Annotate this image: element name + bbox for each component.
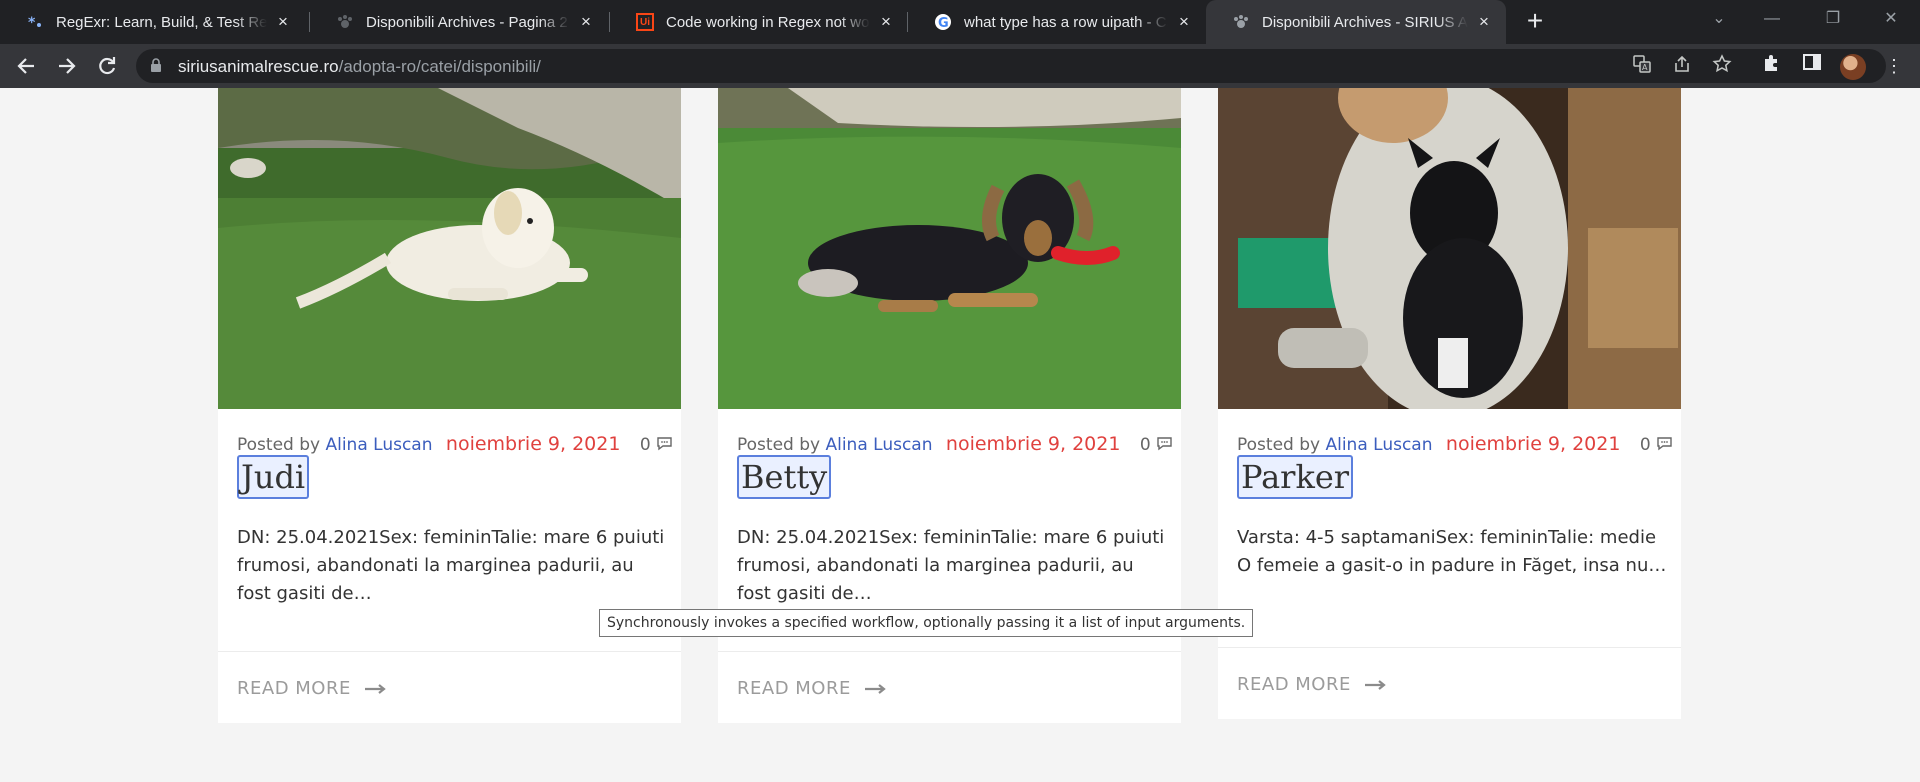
comment-count[interactable]: 0 (1140, 435, 1173, 455)
tab-google-search[interactable]: G what type has a row uipath - Căutare × (908, 0, 1206, 44)
post-excerpt: DN: 25.04.2021Sex: femininTalie: mare 6 … (737, 527, 1165, 604)
url-path: /adopta-ro/catei/disponibili/ (338, 57, 541, 76)
post-date[interactable]: noiembrie 9, 2021 (1446, 433, 1621, 455)
comment-bubble-icon (657, 437, 672, 451)
tab-disponibili-page2[interactable]: Disponibili Archives - Pagina 2 din × (310, 0, 608, 44)
tab-title: RegExr: Learn, Build, & Test RegEx (56, 13, 267, 31)
post-thumbnail-white-dog[interactable] (218, 88, 681, 409)
tab-close-icon[interactable]: × (876, 12, 896, 32)
tooltip: Synchronously invokes a specified workfl… (599, 609, 1254, 637)
post-card: Posted by Alina Luscan noiembrie 9, 2021… (1218, 88, 1681, 719)
browser-toolbar: siriusanimalrescue.ro/adopta-ro/catei/di… (0, 44, 1920, 88)
profile-avatar[interactable] (1840, 54, 1866, 80)
read-more-link[interactable]: READ MORE (737, 678, 887, 699)
tab-regexr[interactable]: * RegExr: Learn, Build, & Test RegEx × (0, 0, 305, 44)
browser-tab-strip: * RegExr: Learn, Build, & Test RegEx × D… (0, 0, 1920, 44)
post-meta: Posted by Alina Luscan noiembrie 9, 2021… (737, 433, 1173, 455)
restore-icon[interactable]: ❐ (1808, 0, 1858, 40)
read-more-label: READ MORE (237, 678, 351, 699)
comment-bubble-icon (1657, 437, 1672, 451)
tab-title: what type has a row uipath - Căutare (964, 13, 1168, 31)
google-g-icon: G (934, 13, 952, 31)
close-window-icon[interactable]: ✕ (1866, 0, 1916, 40)
read-more-label: READ MORE (737, 678, 851, 699)
post-meta: Posted by Alina Luscan noiembrie 9, 2021… (237, 433, 673, 455)
comment-count-value: 0 (1139, 435, 1151, 455)
translate-icon[interactable]: A (1630, 54, 1654, 78)
post-excerpt: DN: 25.04.2021Sex: femininTalie: mare 6 … (237, 527, 665, 604)
lock-icon (151, 58, 161, 72)
comment-count[interactable]: 0 (1640, 435, 1673, 455)
post-thumbnail-puppy-held[interactable] (1218, 88, 1681, 409)
svg-text:G: G (938, 16, 949, 31)
back-arrow-icon[interactable] (10, 50, 42, 82)
extensions-puzzle-icon[interactable] (1758, 52, 1786, 80)
posted-by-label: Posted by (237, 435, 321, 455)
svg-text:A: A (1642, 63, 1648, 72)
post-date[interactable]: noiembrie 9, 2021 (446, 433, 621, 455)
post-title-link[interactable]: Judi (237, 455, 310, 499)
more-menu-kebab-icon[interactable]: ⋮ (1880, 52, 1908, 80)
minimize-icon[interactable]: — (1747, 0, 1797, 40)
comment-count-value: 0 (639, 435, 651, 455)
url-text[interactable]: siriusanimalrescue.ro/adopta-ro/catei/di… (178, 57, 541, 77)
sirius-paw-icon (336, 13, 354, 31)
read-more-link[interactable]: READ MORE (237, 678, 387, 699)
arrow-right-icon (864, 683, 886, 694)
share-icon[interactable] (1670, 54, 1694, 78)
page-viewport: Posted by Alina Luscan noiembrie 9, 2021… (0, 88, 1920, 782)
comment-bubble-icon (1157, 437, 1172, 451)
post-title-link[interactable]: Betty (737, 455, 832, 499)
bookmark-star-icon[interactable] (1710, 54, 1734, 78)
post-date[interactable]: noiembrie 9, 2021 (946, 433, 1121, 455)
tab-close-icon[interactable]: × (576, 12, 596, 32)
posted-by-label: Posted by (737, 435, 821, 455)
card-divider (218, 651, 681, 652)
tab-uipath-forum[interactable]: Ui Code working in Regex not working × (610, 0, 908, 44)
regexr-star-icon: * (26, 13, 44, 31)
comment-count-value: 0 (1639, 435, 1651, 455)
card-divider (718, 651, 1181, 652)
tab-close-icon[interactable]: × (1174, 12, 1194, 32)
comment-count[interactable]: 0 (640, 435, 673, 455)
arrow-right-icon (1364, 679, 1386, 690)
tab-search-chevron-icon[interactable]: ⌄ (1694, 0, 1744, 40)
post-title-link[interactable]: Parker (1237, 455, 1354, 499)
author-link[interactable]: Alina Luscan (325, 435, 432, 455)
arrow-right-icon (364, 683, 386, 694)
read-more-link[interactable]: READ MORE (1237, 674, 1387, 695)
uipath-icon: Ui (636, 13, 654, 31)
post-excerpt: Varsta: 4-5 saptamaniSex: femininTalie: … (1237, 527, 1667, 576)
tab-title: Disponibili Archives - Pagina 2 din (366, 13, 570, 31)
svg-text:*: * (28, 15, 36, 31)
tab-disponibili-active[interactable]: Disponibili Archives - SIRIUS ANIMAL × (1206, 0, 1506, 44)
tab-close-icon[interactable]: × (1474, 12, 1494, 32)
tab-title: Code working in Regex not working (666, 13, 870, 31)
sirius-paw-icon (1232, 13, 1250, 31)
url-host: siriusanimalrescue.ro (178, 57, 339, 76)
posted-by-label: Posted by (1237, 435, 1321, 455)
author-link[interactable]: Alina Luscan (825, 435, 932, 455)
tab-title: Disponibili Archives - SIRIUS ANIMAL (1262, 13, 1468, 31)
tab-close-icon[interactable]: × (273, 12, 293, 32)
reload-icon[interactable] (91, 50, 123, 82)
address-bar[interactable]: siriusanimalrescue.ro/adopta-ro/catei/di… (136, 49, 1886, 83)
forward-arrow-icon[interactable] (51, 50, 83, 82)
side-panel-icon[interactable] (1798, 52, 1826, 80)
author-link[interactable]: Alina Luscan (1325, 435, 1432, 455)
read-more-label: READ MORE (1237, 674, 1351, 695)
post-meta: Posted by Alina Luscan noiembrie 9, 2021… (1237, 433, 1673, 455)
new-tab-plus-icon[interactable]: + (1519, 6, 1551, 38)
card-divider (1218, 647, 1681, 648)
post-thumbnail-black-tan-dog[interactable] (718, 88, 1181, 409)
